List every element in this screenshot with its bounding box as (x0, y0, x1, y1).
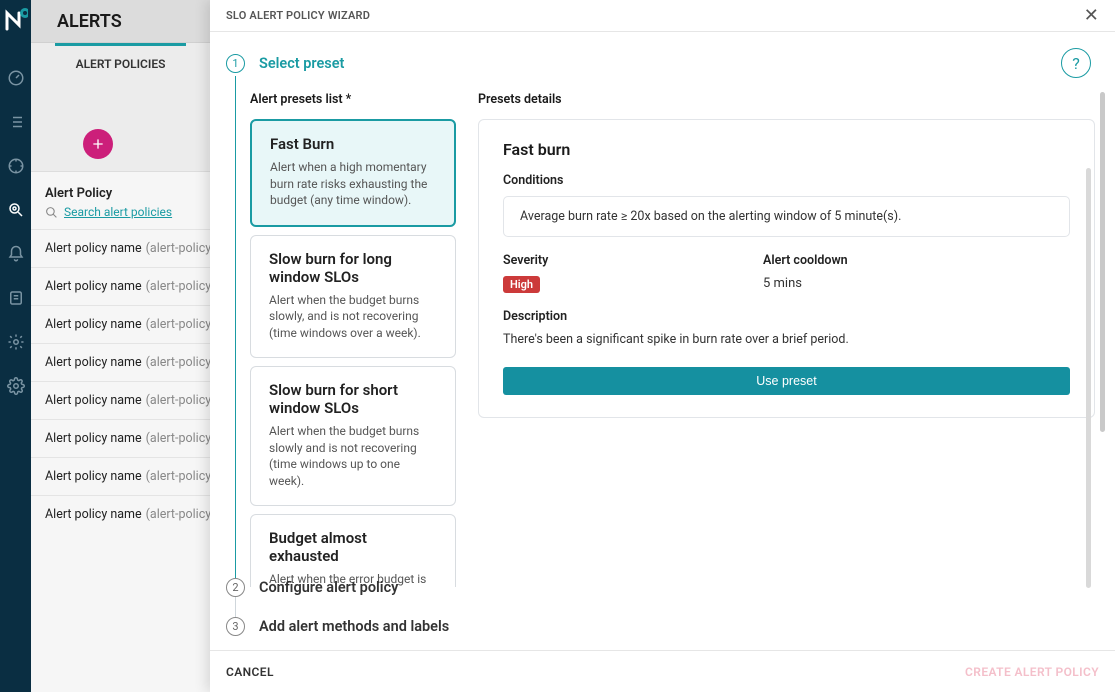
cooldown-value: 5 mins (763, 276, 903, 291)
policy-row[interactable]: Alert policy name (alert-policy- (31, 495, 210, 533)
policy-row[interactable]: Alert policy name (alert-policy- (31, 343, 210, 381)
policy-row[interactable]: Alert policy name (alert-policy- (31, 305, 210, 343)
preset-card[interactable]: Slow burn for long window SLOs Alert when… (250, 235, 456, 359)
details-scrollbar[interactable] (1086, 168, 1091, 588)
severity-label: Severity (503, 253, 643, 268)
slo-wizard-modal: SLO ALERT POLICY WIZARD ✕ ? 1 Select pre… (210, 0, 1115, 692)
policy-name: Alert policy name (45, 279, 142, 294)
preset-card-title: Fast Burn (270, 135, 436, 153)
zoom-icon[interactable] (6, 200, 26, 220)
preset-card-title: Slow burn for short window SLOs (269, 381, 437, 417)
close-icon[interactable]: ✕ (1084, 5, 1099, 26)
preset-card-desc: Alert when a high momentary burn rate ri… (270, 159, 436, 209)
policy-suffix: (alert-policy- (146, 431, 210, 446)
preset-list-scrollbar[interactable] (1100, 92, 1105, 432)
modal-body: ? 1 Select preset Alert presets list * F… (210, 32, 1115, 650)
description-text: There's been a significant spike in burn… (503, 332, 1070, 347)
settings-icon[interactable] (6, 376, 26, 396)
page-title: ALERTS (57, 11, 122, 32)
policy-row[interactable]: Alert policy name (alert-policy- (31, 267, 210, 305)
presets-list-label: Alert presets list * (250, 92, 460, 107)
preset-card[interactable]: Slow burn for short window SLOs Alert whe… (250, 366, 456, 506)
step-label-1: Select preset (259, 55, 344, 72)
use-preset-button[interactable]: Use preset (503, 367, 1070, 395)
policy-name: Alert policy name (45, 241, 142, 256)
severity-badge: High (503, 276, 540, 293)
sidebar: ALERT POLICIES Alert Policy Search alert… (31, 42, 210, 692)
preset-list: Fast Burn Alert when a high momentary bur… (250, 119, 460, 587)
step-label-3: Add alert methods and labels (259, 618, 449, 635)
preset-card-title: Slow burn for long window SLOs (269, 250, 437, 286)
preset-details-card: Fast burn Conditions Average burn rate ≥… (478, 119, 1095, 418)
add-policy-button[interactable] (83, 129, 113, 159)
policy-suffix: (alert-policy- (146, 393, 210, 408)
policy-name: Alert policy name (45, 317, 142, 332)
condition-box: Average burn rate ≥ 20x based on the ale… (503, 196, 1070, 237)
policy-list-panel: Alert Policy Search alert policies Alert… (31, 171, 210, 692)
policy-row[interactable]: Alert policy name (alert-policy- (31, 229, 210, 267)
app-logo (4, 8, 28, 32)
step-badge-2: 2 (226, 578, 245, 597)
preset-detail-title: Fast burn (503, 140, 1070, 159)
policy-suffix: (alert-policy- (146, 317, 210, 332)
modal-footer: CANCEL CREATE ALERT POLICY (210, 650, 1115, 692)
panel-heading: Alert Policy (31, 172, 210, 205)
preset-card-title: Budget almost exhausted (269, 529, 437, 565)
sidebar-tab-label: ALERT POLICIES (76, 57, 166, 71)
step-label-2: Configure alert policy (259, 579, 398, 596)
preset-card[interactable]: Fast Burn Alert when a high momentary bur… (250, 119, 456, 227)
target-icon[interactable] (6, 156, 26, 176)
policy-suffix: (alert-policy- (146, 355, 210, 370)
preset-card-desc: Alert when the budget burns slowly and i… (269, 423, 437, 489)
modal-title: SLO ALERT POLICY WIZARD (226, 9, 370, 22)
policy-row[interactable]: Alert policy name (alert-policy- (31, 457, 210, 495)
search-link-text[interactable]: Search alert policies (64, 205, 172, 219)
preset-card[interactable]: Budget almost exhaustedAlert when the er… (250, 514, 456, 587)
presets-details-label: Presets details (478, 92, 1095, 107)
gear-icon[interactable] (6, 332, 26, 352)
step-badge-1: 1 (226, 54, 245, 73)
sidebar-tab-alert-policies[interactable]: ALERT POLICIES (31, 43, 210, 85)
policy-suffix: (alert-policy- (146, 279, 210, 294)
cancel-button[interactable]: CANCEL (226, 665, 274, 679)
bell-icon[interactable] (6, 244, 26, 264)
left-nav-rail (0, 0, 31, 692)
cooldown-label: Alert cooldown (763, 253, 903, 268)
description-label: Description (503, 309, 1070, 324)
policy-row[interactable]: Alert policy name (alert-policy- (31, 419, 210, 457)
list-icon[interactable] (6, 112, 26, 132)
policy-name: Alert policy name (45, 355, 142, 370)
preset-card-desc: Alert when the budget burns slowly, and … (269, 292, 437, 342)
card-icon[interactable] (6, 288, 26, 308)
policy-name: Alert policy name (45, 431, 142, 446)
policy-name: Alert policy name (45, 393, 142, 408)
search-policies-link[interactable]: Search alert policies (31, 205, 210, 229)
policy-name: Alert policy name (45, 469, 142, 484)
step-badge-3: 3 (226, 617, 245, 636)
policy-row[interactable]: Alert policy name (alert-policy- (31, 381, 210, 419)
policy-suffix: (alert-policy- (146, 241, 210, 256)
conditions-label: Conditions (503, 173, 1070, 188)
policy-suffix: (alert-policy- (146, 507, 210, 522)
search-icon (45, 206, 58, 219)
create-alert-policy-button[interactable]: CREATE ALERT POLICY (965, 665, 1099, 679)
gauge-icon[interactable] (6, 68, 26, 88)
help-button[interactable]: ? (1061, 48, 1091, 78)
policy-suffix: (alert-policy- (146, 469, 210, 484)
modal-header: SLO ALERT POLICY WIZARD ✕ (210, 0, 1115, 32)
policy-name: Alert policy name (45, 507, 142, 522)
